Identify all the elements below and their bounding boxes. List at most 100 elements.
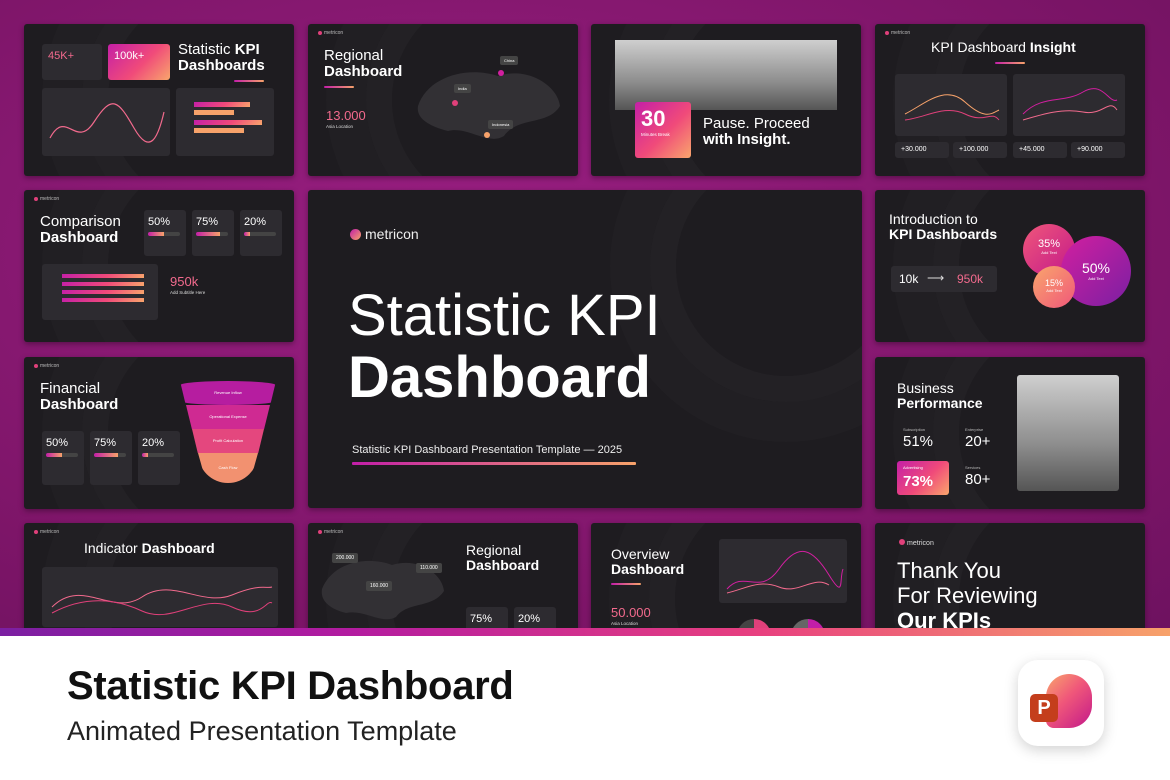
region-stat-label: Asia Location — [326, 124, 354, 129]
title-part-bold: Dashboard — [141, 540, 215, 556]
slide-indicator: metricon Indicator Dashboard — [24, 523, 294, 628]
title-line-1: Pause. Proceed — [703, 115, 810, 132]
metric-highlight: Advertising 73% — [897, 461, 949, 495]
insight-chart-2 — [1013, 74, 1125, 136]
brand-mark: metricon — [885, 30, 910, 36]
donut-chart — [737, 619, 771, 628]
pct-box: 50% — [42, 431, 84, 485]
pin-icon — [452, 100, 458, 106]
powerpoint-letter: P — [1030, 694, 1058, 722]
comparison-bars — [42, 264, 158, 320]
map-pin-label: 110.000 — [416, 563, 442, 573]
title-line-2: KPI Dashboards — [889, 225, 998, 242]
slide-regional-2: metricon 200.000 160.000 110.000 Regiona… — [308, 523, 578, 628]
region-stat: 13.000 — [326, 108, 366, 123]
brand-name: metricon — [907, 540, 934, 547]
value-4: +90.000 — [1077, 146, 1103, 153]
metric-value: 51% — [903, 433, 934, 450]
slides-collage: 45K+ 100k+ Statistic KPI Dashboards metr… — [0, 0, 1170, 628]
pct-2: 20% — [518, 613, 541, 625]
growth-from: 10k — [899, 272, 919, 286]
brand-logo-icon — [899, 539, 905, 545]
insight-value: +100.000 — [953, 142, 1007, 158]
bubble-value: 15% — [1044, 278, 1063, 288]
stat-b: 100k+ — [114, 50, 145, 62]
slide-comparison: metricon Comparison Dashboard 50% 75% 20… — [24, 190, 294, 342]
donut-chart — [791, 619, 825, 628]
metric-value: 20+ — [965, 433, 991, 450]
bubble-label: Add Text — [1046, 288, 1062, 293]
slide-business-performance: Business Performance Subscription 51% En… — [875, 357, 1145, 509]
slide-title: Financial Dashboard — [40, 381, 118, 413]
slide-title: Introduction to KPI Dashboards — [889, 212, 997, 241]
thank-you-line-1: Thank You — [897, 558, 1001, 583]
comparison-stat: 950k — [170, 274, 199, 289]
brand-mark: metricon — [318, 30, 343, 36]
pct-3: 20% — [244, 216, 267, 228]
pct-box: 20% — [514, 607, 556, 628]
line-chart — [42, 88, 170, 156]
pct-box: 75% — [90, 431, 132, 485]
hero-underline — [352, 462, 636, 465]
title-line-1: Regional — [324, 47, 384, 64]
title-line-2: Dashboard — [611, 560, 685, 577]
stat-box-a: 45K+ — [42, 44, 102, 80]
insight-value: +90.000 — [1071, 142, 1125, 158]
pct-box: 75% — [466, 607, 508, 628]
slide-introduction: Introduction to KPI Dashboards 10k ⟶ 950… — [875, 190, 1145, 342]
title-underline — [995, 62, 1025, 64]
funnel-label-3: Profit Calculation — [212, 438, 244, 443]
thank-you-line-3: Our KPIs — [897, 608, 992, 628]
value-2: +100.000 — [959, 146, 989, 153]
map-pin-china: China — [500, 56, 519, 65]
brand-mark: metricon — [34, 529, 59, 535]
title-part: KPI Dashboard — [931, 39, 1030, 55]
overview-stat: 50.000 — [611, 605, 651, 620]
break-stat-box: 30 Minutes Break — [635, 102, 691, 158]
slide-title: Statistic KPI Dashboards — [178, 42, 265, 74]
bubble-15: 15% Add Text — [1033, 266, 1075, 308]
title-part: Statistic — [178, 41, 235, 58]
insight-value: +30.000 — [895, 142, 949, 158]
slide-title: Pause. Proceed with Insight. — [703, 116, 810, 148]
brand-name: metricon — [365, 226, 419, 242]
team-hands-photo — [1017, 375, 1119, 491]
indicator-chart — [42, 567, 278, 627]
title-underline — [234, 80, 264, 82]
pct-box: 75% — [192, 210, 234, 256]
overview-chart — [719, 539, 847, 603]
funnel-stage-3: Profit Calculation — [192, 429, 264, 453]
stat-a: 45K+ — [48, 50, 74, 62]
comparison-stat-label: Add Subtitle Here — [170, 290, 206, 295]
title-line-1: Overview — [611, 546, 670, 562]
map-pin-label: 200.000 — [332, 553, 359, 563]
growth-to: 950k — [957, 272, 984, 286]
growth-box: 10k ⟶ 950k — [891, 266, 997, 292]
metric-label: Services — [965, 465, 981, 470]
hero-tagline: Statistic KPI Dashboard Presentation Tem… — [352, 444, 623, 456]
brand-mark: metricon — [899, 539, 934, 547]
slide-title: Comparison Dashboard — [40, 214, 121, 246]
team-photo — [615, 40, 837, 110]
title-line-2: Dashboards — [178, 56, 265, 74]
funnel-stage-2: Operational Expense — [186, 405, 270, 429]
product-subtitle: Animated Presentation Template — [67, 716, 457, 746]
thank-you-line-2: For Reviewing — [897, 583, 1038, 608]
insight-chart-1 — [895, 74, 1007, 136]
world-map — [417, 72, 560, 139]
title-line-2: Dashboard — [324, 62, 403, 80]
break-label: Minutes Break — [641, 132, 670, 137]
funnel-chart: Revenue Inflow Operational Expense Profi… — [180, 381, 276, 489]
pct-box: 20% — [138, 431, 180, 485]
map-pin-indonesia: Indonesia — [488, 120, 514, 129]
slide-title: Regional Dashboard — [466, 543, 539, 572]
slide-title: KPI Dashboard Insight — [931, 40, 1076, 55]
bubble-value: 50% — [1081, 260, 1111, 276]
brand-mark: metricon — [318, 529, 343, 535]
hero-title-1: Statistic KPI — [348, 283, 661, 348]
title-line-2: with Insight. — [703, 130, 791, 148]
slide-title: Overview Dashboard — [611, 547, 684, 576]
pin-icon — [484, 132, 490, 138]
map-pin-india: India — [454, 84, 471, 93]
slide-regional-dashboard: metricon Regional Dashboard 13.000 Asia … — [308, 24, 578, 176]
